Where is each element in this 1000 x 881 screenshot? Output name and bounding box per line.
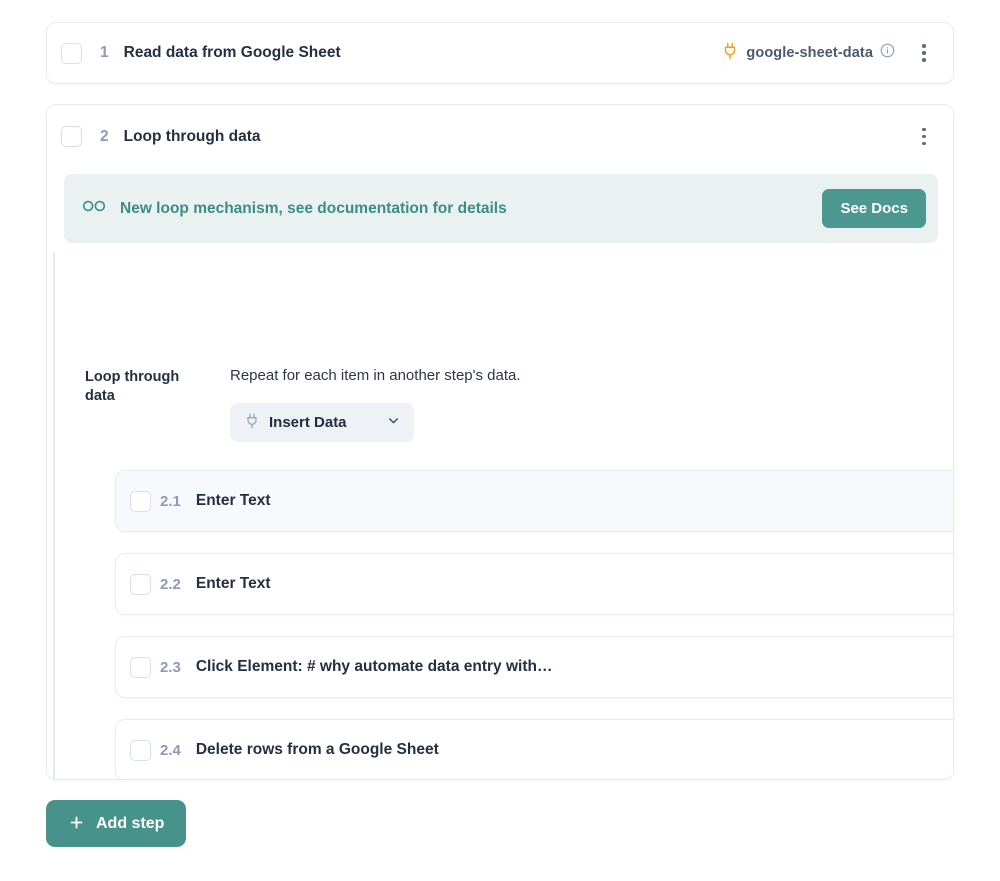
- step-title: Loop through data: [124, 128, 261, 146]
- plug-icon: [721, 42, 739, 65]
- connection-label: google-sheet-data: [746, 45, 873, 61]
- substep-checkbox[interactable]: [130, 491, 151, 512]
- substep-title: Enter Text: [196, 492, 271, 510]
- substep-number: 2.2: [160, 576, 181, 593]
- substep-checkbox[interactable]: [130, 574, 151, 595]
- substep-row[interactable]: 2.1 Enter Text: [115, 470, 954, 532]
- insert-data-value: Insert Data: [269, 414, 347, 431]
- plus-icon: [68, 814, 85, 834]
- add-step-button[interactable]: Add step: [46, 800, 186, 847]
- substep-title: Click Element: # why automate data entry…: [196, 658, 553, 676]
- loop-body: Loop through data Repeat for each item i…: [47, 252, 954, 779]
- substep-row[interactable]: 2.3 Click Element: # why automate data e…: [115, 636, 954, 698]
- kebab-menu-icon[interactable]: [944, 572, 954, 596]
- step2-header[interactable]: 2 Loop through data: [47, 105, 953, 168]
- step-title: Read data from Google Sheet: [124, 44, 341, 62]
- loop-config-right: Repeat for each item in another step's d…: [230, 366, 521, 442]
- loop-config-label: Loop through data: [85, 366, 205, 405]
- loop-config: Loop through data Repeat for each item i…: [85, 366, 521, 442]
- add-step-label: Add step: [96, 815, 164, 833]
- substep-number: 2.4: [160, 742, 181, 759]
- see-docs-button[interactable]: See Docs: [822, 189, 926, 228]
- plug-icon: [244, 413, 260, 432]
- step-number: 1: [100, 44, 109, 62]
- substep-title: Enter Text: [196, 575, 271, 593]
- substep-checkbox[interactable]: [130, 740, 151, 761]
- loop-config-description: Repeat for each item in another step's d…: [230, 366, 521, 386]
- substep-row[interactable]: 2.4 Delete rows from a Google Sheet: [115, 719, 954, 780]
- kebab-menu-icon[interactable]: [944, 738, 954, 762]
- kebab-menu-icon[interactable]: [913, 41, 935, 65]
- step1-connection-badge[interactable]: google-sheet-data: [721, 42, 895, 65]
- kebab-menu-icon[interactable]: [944, 489, 954, 513]
- substep-row[interactable]: 2.2 Enter Text: [115, 553, 954, 615]
- infinity-icon: [82, 197, 106, 220]
- step-card-2: 2 Loop through data New loop mechanism, …: [46, 104, 954, 780]
- workflow-editor: 1 Read data from Google Sheet google-she…: [0, 0, 1000, 881]
- substep-checkbox[interactable]: [130, 657, 151, 678]
- substep-number: 2.1: [160, 493, 181, 510]
- substep-title: Delete rows from a Google Sheet: [196, 741, 439, 759]
- step-checkbox[interactable]: [61, 126, 82, 147]
- banner-text: New loop mechanism, see documentation fo…: [120, 200, 507, 218]
- step-checkbox[interactable]: [61, 43, 82, 64]
- chevron-down-icon: [387, 414, 400, 430]
- insert-data-select[interactable]: Insert Data: [230, 403, 414, 442]
- info-circle-icon[interactable]: [880, 43, 895, 63]
- loop-info-banner: New loop mechanism, see documentation fo…: [64, 174, 938, 243]
- kebab-menu-icon[interactable]: [913, 125, 935, 149]
- loop-rail: [53, 252, 55, 780]
- step-card-1[interactable]: 1 Read data from Google Sheet google-she…: [46, 22, 954, 84]
- substep-number: 2.3: [160, 659, 181, 676]
- kebab-menu-icon[interactable]: [944, 655, 954, 679]
- step-number: 2: [100, 128, 109, 146]
